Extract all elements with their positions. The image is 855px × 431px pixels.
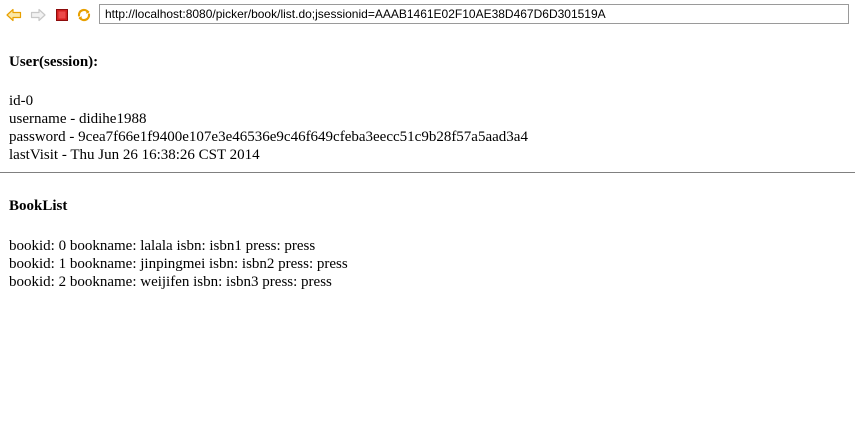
refresh-button[interactable]	[76, 7, 92, 23]
list-item: bookid: 0 bookname: lalala isbn: isbn1 p…	[9, 238, 316, 254]
browser-toolbar: http://localhost:8080/picker/book/list.d…	[0, 0, 855, 30]
arrow-left-icon	[6, 8, 22, 22]
user-id: id-0	[9, 93, 34, 109]
back-button[interactable]	[6, 7, 22, 23]
user-last-visit: lastVisit - Thu Jun 26 16:38:26 CST 2014	[9, 147, 260, 163]
book-list: bookid: 0 bookname: lalala isbn: isbn1 p…	[9, 237, 348, 291]
stop-icon	[55, 8, 69, 22]
user-section-heading: User(session):	[9, 54, 99, 70]
user-password: password - 9cea7f66e1f9400e107e3e46536e9…	[9, 129, 528, 145]
forward-button[interactable]	[30, 7, 46, 23]
address-bar[interactable]: http://localhost:8080/picker/book/list.d…	[99, 4, 849, 24]
refresh-icon	[76, 7, 92, 23]
stop-button[interactable]	[54, 7, 70, 23]
list-item: bookid: 2 bookname: weijifen isbn: isbn3…	[9, 274, 332, 290]
user-info: id-0 username - didihe1988 password - 9c…	[9, 92, 528, 164]
list-item: bookid: 1 bookname: jinpingmei isbn: isb…	[9, 256, 348, 272]
arrow-right-icon	[30, 8, 46, 22]
section-divider	[0, 172, 855, 173]
user-username: username - didihe1988	[9, 111, 147, 127]
book-list-heading: BookList	[9, 198, 68, 214]
